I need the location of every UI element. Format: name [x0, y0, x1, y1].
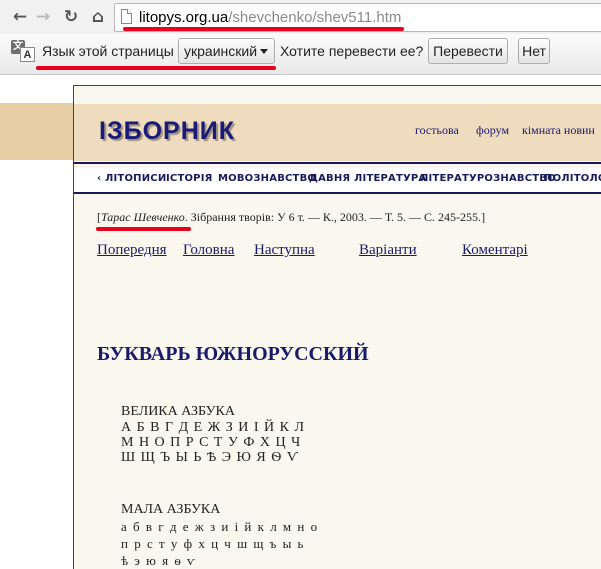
reload-icon[interactable]: ↻ [62, 7, 80, 27]
back-arrow-icon[interactable]: ← [11, 7, 29, 27]
lowercase-row: п р с т у ф х ц ч ш щ ъ ы ь [121, 536, 305, 551]
nav-item-old-literature[interactable]: ДАВНЯ ЛІТЕРАТУРА [309, 173, 426, 184]
navbar-bottom-rule [74, 192, 601, 194]
translate-button[interactable]: Перевести [428, 38, 508, 64]
source-citation: [Тарас Шевченко. Зібрання творів: У 6 т.… [97, 210, 486, 224]
browser-toolbar: ← → ↻ ⌂ litopys.org.ua/shevchenko/shev51… [0, 0, 601, 34]
uppercase-alphabet: ВЕЛИКА АЗБУКА А Б В Г Д Е Ж З И І Й К Л … [121, 404, 305, 465]
uppercase-row: А Б В Г Д Е Ж З И І Й К Л [121, 420, 305, 435]
uppercase-row: Ш Щ Ъ Ы Ь Ѣ Э Ю Я Ѳ Ѵ [121, 450, 300, 465]
no-button[interactable]: Нет [518, 38, 550, 64]
translate-icon: 文 A [11, 40, 36, 62]
link-home[interactable]: Головна [183, 242, 234, 259]
link-variants[interactable]: Варіанти [359, 242, 417, 259]
url-text[interactable]: litopys.org.ua/shevchenko/shev511.htm [139, 9, 401, 26]
navbar-top-rule [74, 162, 601, 164]
language-select-value: украинский [184, 43, 258, 59]
lowercase-heading: МАЛА АЗБУКА [121, 502, 221, 517]
page-language-label: Язык этой страницы [42, 43, 174, 59]
lowercase-row: а б в г д е ж з и і й к л м н о [121, 519, 319, 534]
home-icon[interactable]: ⌂ [89, 7, 107, 27]
url-annotation-underline [123, 27, 404, 31]
nav-item-political-science[interactable]: ПОЛІТОЛОГІЯ [544, 173, 601, 184]
uppercase-row: М Н О П Р С Т У Ф Х Ц Ч [121, 435, 302, 450]
link-previous[interactable]: Попередня [97, 242, 167, 259]
author-annotation-underline [96, 227, 191, 231]
nav-item-literary-studies[interactable]: ЛІТЕРАТУРОЗНАВСТВО [420, 173, 556, 184]
source-author: Тарас Шевченко [101, 210, 185, 224]
page-column: ІЗБОРНИК гостьова форум кімната новин ‹ … [73, 85, 601, 569]
nav-item-chronicles[interactable]: ‹ ЛІТОПИСИ [97, 173, 166, 184]
nav-item-history[interactable]: ІСТОРІЯ [166, 173, 213, 184]
page-content: ІЗБОРНИК гостьова форум кімната новин ‹ … [0, 75, 601, 569]
source-details: . Зібрання творів: У 6 т. — К., 2003. — … [184, 210, 482, 224]
top-link-newsroom[interactable]: кімната новин [522, 123, 595, 138]
language-select[interactable]: украинский [178, 38, 275, 64]
link-comments[interactable]: Коментарі [462, 242, 528, 259]
lowercase-alphabet: МАЛА АЗБУКА а б в г д е ж з и і й к л м … [121, 502, 319, 569]
site-logo[interactable]: ІЗБОРНИК [99, 117, 235, 146]
url-path: /shevchenko/shev511.htm [228, 9, 402, 26]
nav-item-linguistics[interactable]: МОВОЗНАВСТВО [218, 173, 316, 184]
lowercase-row: ѣ э ю я ѳ ѵ [121, 553, 197, 568]
forward-arrow-icon[interactable]: → [34, 7, 52, 27]
top-link-guestbook[interactable]: гостьова [415, 123, 459, 138]
link-next[interactable]: Наступна [254, 242, 315, 259]
translate-question: Хотите перевести ее? [280, 43, 424, 59]
language-annotation-underline [36, 66, 276, 70]
chevron-down-icon [260, 49, 268, 54]
top-link-forum[interactable]: форум [476, 123, 509, 138]
url-host: litopys.org.ua [139, 9, 229, 26]
page-title: БУКВАРЬ ЮЖНОРУССКИЙ [97, 343, 369, 365]
translate-bar: 文 A Язык этой страницы украинский Хотите… [0, 34, 601, 75]
section-navbar: ‹ ЛІТОПИСИ ІСТОРІЯ МОВОЗНАВСТВО ДАВНЯ ЛІ… [74, 168, 601, 192]
page-icon [121, 9, 132, 24]
translate-icon-letter: A [20, 47, 35, 62]
uppercase-heading: ВЕЛИКА АЗБУКА [121, 404, 235, 419]
